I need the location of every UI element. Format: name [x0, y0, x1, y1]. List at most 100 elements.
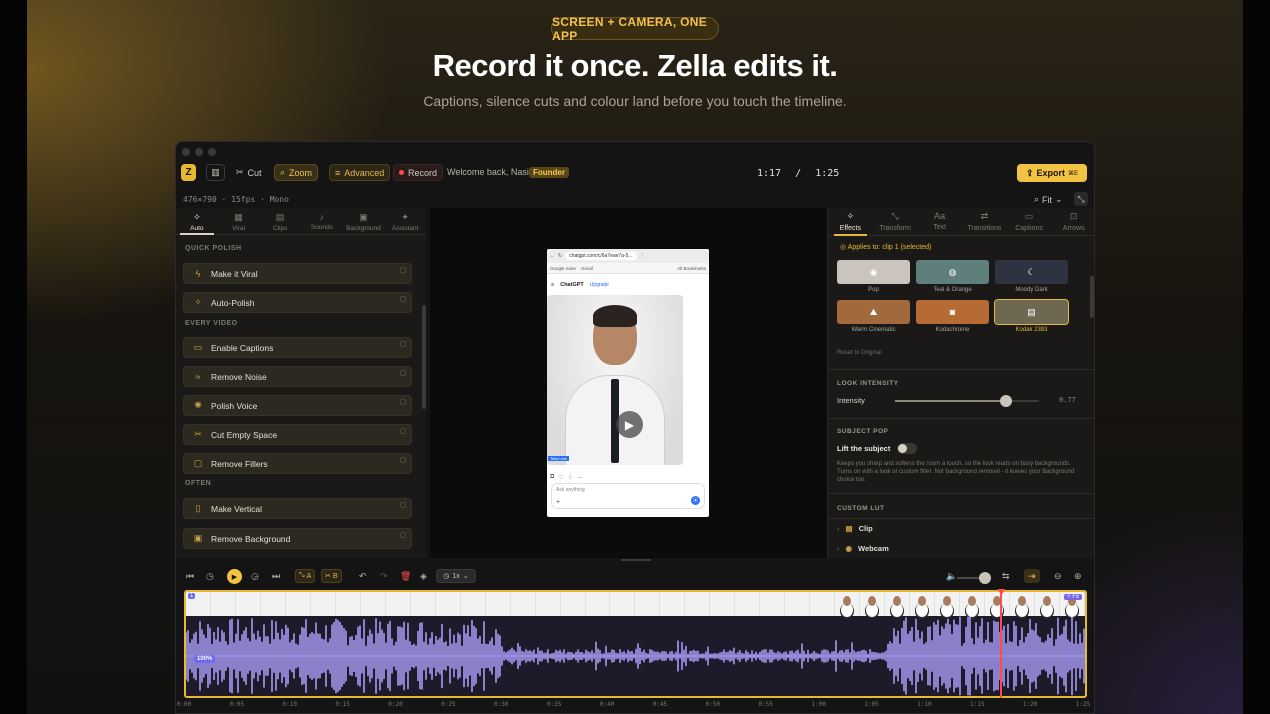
speed-dropdown[interactable]: ◷ 1x ⌄: [436, 569, 476, 583]
playhead[interactable]: [1000, 590, 1003, 698]
action-checkbox[interactable]: [400, 296, 406, 302]
timeline-track[interactable]: 1 + Fx 100%: [184, 590, 1087, 698]
zoom-out-icon[interactable]: ⊖: [1054, 569, 1062, 583]
lift-subject-note: Keeps you sharp and softens the room a t…: [837, 461, 1075, 483]
look-teal-orange[interactable]: ◍: [916, 260, 989, 284]
tab-captions[interactable]: ▭ Captions: [1007, 208, 1052, 235]
play-overlay-icon[interactable]: ▶: [616, 411, 643, 438]
clip-volume-badge[interactable]: 100%: [194, 655, 216, 663]
skip-end-icon[interactable]: ⏭: [272, 569, 280, 583]
applies-to: ◎ Applies to: clip 1 (selected): [840, 243, 931, 251]
lut-row-clip[interactable]: › ▤ Clip: [837, 524, 873, 533]
reset-to-original-link[interactable]: Reset to Original: [837, 350, 882, 356]
tab-auto[interactable]: ✧ Auto: [176, 208, 218, 235]
action-icon: ≈: [195, 371, 201, 382]
lut-row-webcam[interactable]: › ◉ Webcam: [837, 544, 889, 553]
action-checkbox[interactable]: [400, 502, 406, 508]
tab-sounds[interactable]: ♪ Sounds: [301, 208, 343, 234]
tab-assistant[interactable]: ✦ Assistant: [384, 208, 426, 234]
right-panel: ✧ Effects ⤡ Transform Aa Text ⇄ Transitions ▭ Cap…: [827, 208, 1094, 558]
action-auto-polish[interactable]: ✧ Auto-Polish: [183, 292, 412, 313]
set-a-button[interactable]: ⤡ A: [295, 569, 316, 583]
tab-effects[interactable]: ✧ Effects: [828, 208, 873, 236]
advanced-button[interactable]: ≡ Advanced: [329, 164, 391, 181]
skip-start-icon[interactable]: ⏮: [186, 569, 194, 583]
look-pop[interactable]: ◉: [837, 260, 910, 284]
tab-viral[interactable]: ▦ Viral: [218, 208, 260, 234]
more-icon: ⋮: [639, 253, 645, 259]
volume-knob[interactable]: [979, 572, 991, 584]
layers-icon[interactable]: ◈: [420, 569, 427, 583]
rewind-icon[interactable]: ◷: [206, 569, 214, 583]
close-dot[interactable]: [182, 148, 190, 156]
action-checkbox[interactable]: [400, 267, 406, 273]
volume-icon[interactable]: 🔈: [946, 569, 957, 583]
right-scrollbar[interactable]: [1090, 276, 1094, 318]
snap-icon[interactable]: ⇆: [1002, 569, 1010, 583]
intensity-slider[interactable]: [895, 395, 1039, 407]
panel-resize-handle[interactable]: [621, 559, 651, 561]
action-make-it-viral[interactable]: ϟ Make it Viral: [183, 263, 412, 284]
app-logo[interactable]: Z: [181, 164, 196, 181]
fx-badge[interactable]: + Fx: [1064, 594, 1082, 600]
look-icon: ⛰: [869, 306, 878, 317]
tab-background[interactable]: ▣ Background: [343, 208, 385, 234]
thumbnail: [985, 592, 1010, 616]
plus-icon: +: [556, 499, 561, 506]
zoom-button[interactable]: ⌕ Zoom: [274, 164, 319, 181]
action-checkbox[interactable]: [400, 428, 406, 434]
action-remove-fillers[interactable]: ▢ Remove Fillers: [183, 453, 412, 474]
look-kodachrome[interactable]: ◙: [916, 300, 989, 324]
action-cut-empty-space[interactable]: ✂ Cut Empty Space: [183, 424, 412, 445]
export-button[interactable]: ⇪ Export ⌘E: [1017, 164, 1087, 182]
left-scrollbar[interactable]: [422, 305, 426, 409]
look-moody-dark[interactable]: ☾: [995, 260, 1068, 284]
tab-clips[interactable]: ▤ Clips: [259, 208, 301, 234]
action-checkbox[interactable]: [400, 370, 406, 376]
fit-label: Fit: [1042, 194, 1053, 205]
record-button[interactable]: Record: [393, 164, 444, 181]
action-label: Make Vertical: [211, 503, 263, 514]
redo-icon[interactable]: ↷: [380, 569, 388, 583]
action-remove-background[interactable]: ▣ Remove Background: [183, 528, 412, 549]
action-make-vertical[interactable]: ▯ Make Vertical: [183, 498, 412, 519]
undo-icon[interactable]: ↶: [359, 569, 367, 583]
thumbnail: [710, 592, 736, 616]
maximize-dot[interactable]: [208, 148, 216, 156]
collapse-icon: ⤡: [1077, 193, 1085, 204]
lift-subject-toggle[interactable]: [897, 443, 917, 454]
ruler-tick-label: 1:15: [970, 701, 985, 708]
action-checkbox[interactable]: [400, 457, 406, 463]
layout-toggle-button[interactable]: ▥: [206, 164, 225, 181]
action-remove-noise[interactable]: ≈ Remove Noise: [183, 366, 412, 387]
fit-dropdown[interactable]: ⌕ Fit ⌄: [1034, 194, 1063, 205]
tab-arrows[interactable]: ⊡ Arrows: [1051, 208, 1094, 235]
play-button[interactable]: ▶: [227, 569, 242, 584]
divider: [828, 518, 1094, 519]
person-hair: [593, 305, 637, 327]
tab-transform[interactable]: ⤡ Transform: [873, 208, 918, 235]
intensity-knob[interactable]: [999, 395, 1012, 407]
action-polish-voice[interactable]: ✺ Polish Voice: [183, 395, 412, 416]
ripple-icon[interactable]: ⇥: [1024, 569, 1040, 583]
minimize-dot[interactable]: [195, 148, 203, 156]
action-checkbox[interactable]: [400, 532, 406, 538]
action-enable-captions[interactable]: ▭ Enable Captions: [183, 337, 412, 358]
cut-button[interactable]: ✂ Cut: [231, 164, 267, 181]
action-checkbox[interactable]: [400, 341, 406, 347]
volume-slider[interactable]: [957, 572, 991, 584]
set-b-button[interactable]: ✂ B: [321, 569, 342, 583]
zoom-in-icon[interactable]: ⊕: [1074, 569, 1082, 583]
arrows-icon: ⊡: [1069, 211, 1078, 221]
applies-label: Applies to: clip 1 (selected): [847, 244, 932, 251]
collapse-button[interactable]: ⤡: [1074, 192, 1088, 206]
tab-transitions[interactable]: ⇄ Transitions: [962, 208, 1007, 235]
action-checkbox[interactable]: [400, 399, 406, 405]
magnifier-icon: ⌕: [280, 167, 286, 177]
look-kodak-2383[interactable]: ▤: [994, 299, 1069, 325]
tab-text[interactable]: Aa Text: [917, 208, 962, 235]
look-warm-cinematic[interactable]: ⛰: [837, 300, 910, 324]
forward-icon[interactable]: ◶: [251, 569, 259, 583]
thumbnail: [461, 592, 486, 616]
trash-icon[interactable]: 🗑: [400, 569, 411, 583]
